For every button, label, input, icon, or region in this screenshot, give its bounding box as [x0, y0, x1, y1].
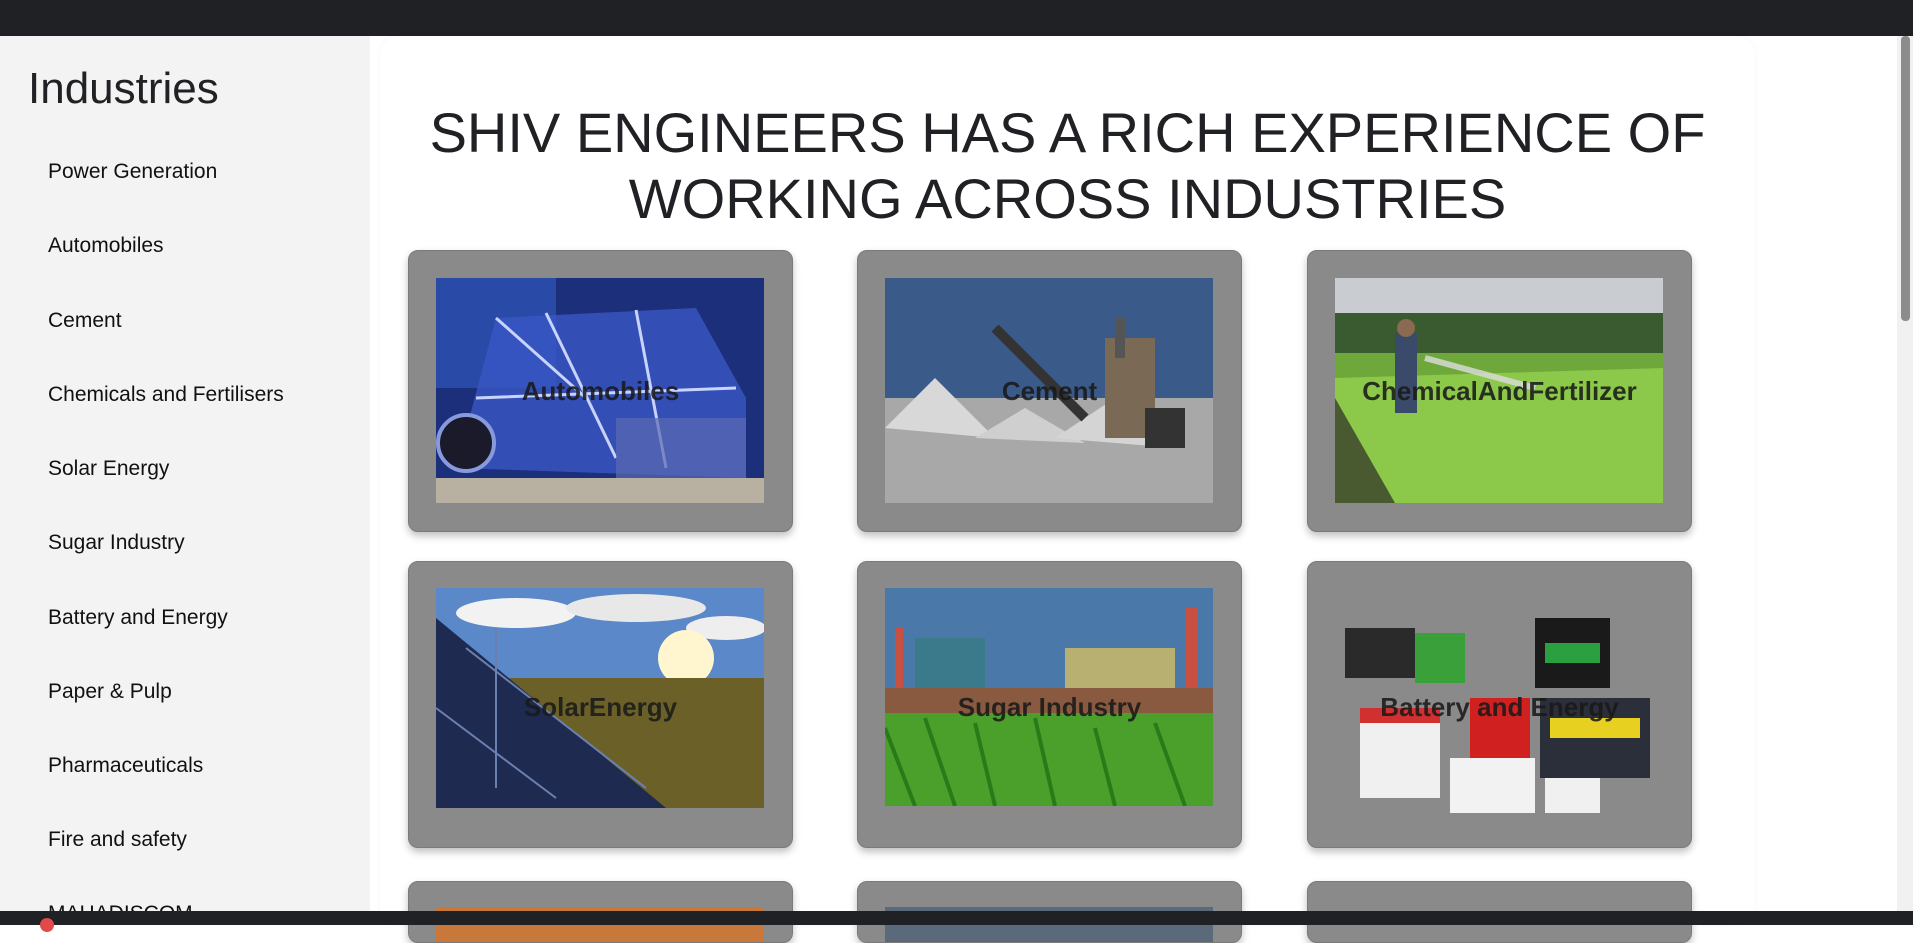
page-heading: SHIV ENGINEERS HAS A RICH EXPERIENCE OF … [380, 100, 1755, 232]
taskbar-app-icon[interactable] [40, 918, 54, 932]
industry-card-cement[interactable]: Cement [857, 250, 1242, 532]
industry-card-battery-energy[interactable]: Battery and Energy [1307, 561, 1692, 848]
industry-card-solar-energy[interactable]: SolarEnergy [408, 561, 793, 848]
industry-card-automobiles[interactable]: Automobiles [408, 250, 793, 532]
sidebar-item-paper-pulp[interactable]: Paper & Pulp [48, 680, 172, 704]
industry-card-chemical-fertilizer[interactable]: ChemicalAndFertilizer [1307, 250, 1692, 532]
industries-content: SHIV ENGINEERS HAS A RICH EXPERIENCE OF … [380, 36, 1755, 943]
industries-sidebar: Industries Power Generation Automobiles … [0, 36, 370, 911]
card-label-battery-energy: Battery and Energy [1380, 692, 1619, 722]
sidebar-item-sugar-industry[interactable]: Sugar Industry [48, 531, 185, 555]
card-label-sugar-industry: Sugar Industry [957, 692, 1142, 722]
sidebar-item-chemicals-fertilisers[interactable]: Chemicals and Fertilisers [48, 383, 284, 407]
sidebar-item-fire-safety[interactable]: Fire and safety [48, 828, 187, 852]
heading-line-1: SHIV ENGINEERS HAS A RICH EXPERIENCE OF [429, 100, 1706, 164]
sidebar-item-battery-energy[interactable]: Battery and Energy [48, 606, 228, 630]
sidebar-item-cement[interactable]: Cement [48, 309, 122, 333]
card-label-automobiles: Automobiles [521, 376, 680, 406]
sidebar-item-mahadiscom[interactable]: MAHADISCOM [48, 902, 193, 911]
sidebar-item-power-generation[interactable]: Power Generation [48, 160, 217, 184]
card-label-solar-energy: SolarEnergy [523, 692, 678, 722]
browser-bottom-bar [0, 911, 1913, 925]
card-label-chemical-fertilizer: ChemicalAndFertilizer [1362, 376, 1637, 406]
sidebar-item-solar-energy[interactable]: Solar Energy [48, 457, 169, 481]
heading-line-2: WORKING ACROSS INDUSTRIES [628, 166, 1507, 230]
sidebar-item-automobiles[interactable]: Automobiles [48, 234, 164, 258]
industry-card-sugar-industry[interactable]: Sugar Industry [857, 561, 1242, 848]
scrollbar-thumb[interactable] [1901, 36, 1910, 321]
card-label-cement: Cement [1001, 376, 1098, 406]
sidebar-item-pharmaceuticals[interactable]: Pharmaceuticals [48, 754, 203, 778]
browser-top-bar [0, 0, 1913, 36]
sidebar-title: Industries [28, 64, 219, 113]
